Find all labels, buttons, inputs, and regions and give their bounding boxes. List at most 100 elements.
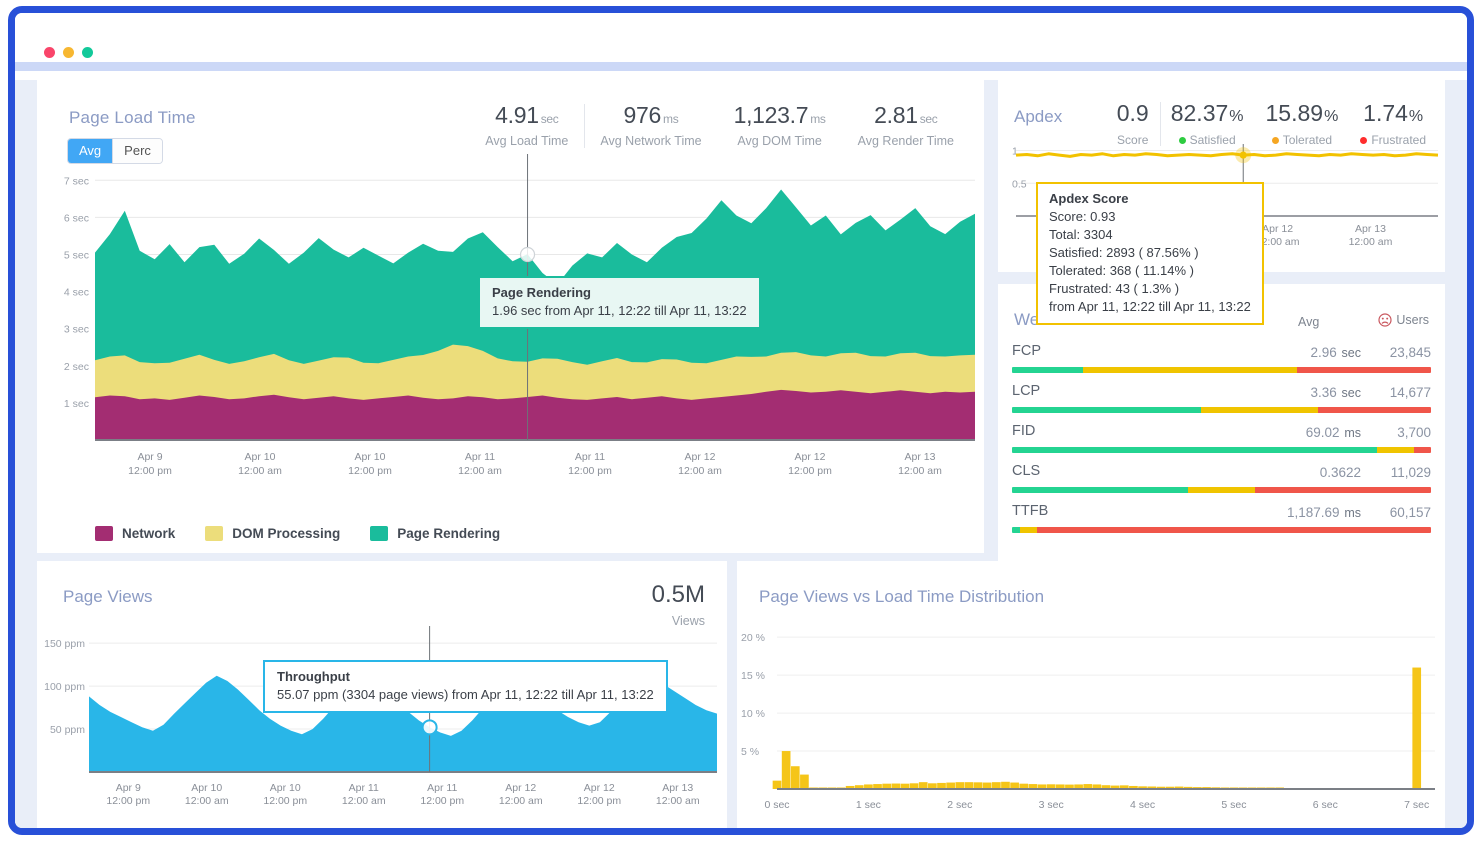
distribution-bar[interactable]	[773, 781, 782, 789]
distribution-bar[interactable]	[965, 782, 974, 789]
metric-value: 976	[624, 102, 661, 128]
y-axis-tick-label: 0.5	[1012, 178, 1027, 190]
metric-unit: %	[1324, 108, 1338, 125]
metric-unit: ms	[663, 112, 678, 126]
x-axis-tick-time: 12:00 pm	[106, 795, 150, 807]
x-axis-tick-time: 12:00 am	[185, 795, 229, 807]
apdex-hover-marker[interactable]	[1240, 152, 1247, 159]
tooltip-line-2: Satisfied: 2893 ( 87.56% )	[1049, 245, 1251, 260]
column-header-users-label: Users	[1396, 313, 1429, 327]
dashboard-bottom-row: Page Views 0.5M Views 50 ppm100 ppm150 p…	[15, 561, 1467, 835]
distribution-title: Page Views vs Load Time Distribution	[759, 587, 1044, 607]
y-axis-tick-label: 7 sec	[64, 175, 89, 187]
x-axis-tick-label: 2 sec	[947, 799, 972, 811]
apdex-panel: Apdex 0.9 Score 82.37% Satisfied 15.89%	[998, 80, 1445, 272]
chart-hover-marker[interactable]	[423, 720, 437, 734]
tooltip-body: 55.07 ppm (3304 page views) from Apr 11,…	[277, 687, 654, 702]
x-axis-tick-label: 6 sec	[1313, 799, 1338, 811]
x-axis-tick-time: 12:00 am	[458, 465, 502, 477]
x-axis-tick-label: Apr 11	[465, 451, 495, 463]
metric-value: 4.91	[495, 102, 539, 128]
tooltip-line-0: Score: 0.93	[1049, 209, 1251, 224]
vital-bar-segment-good	[1012, 367, 1083, 373]
distribution-bar[interactable]	[919, 782, 928, 789]
x-axis-tick-label: Apr 13	[662, 782, 693, 794]
x-axis-tick-time: 12:00 am	[898, 465, 942, 477]
x-axis-tick-label: Apr 10	[191, 782, 222, 794]
y-axis-tick-label: 2 sec	[64, 361, 89, 373]
y-axis-tick-label: 15 %	[741, 670, 765, 682]
web-vitals-row[interactable]: TTFB1,187.69 ms60,157	[1010, 499, 1433, 539]
close-window-button[interactable]	[44, 47, 55, 58]
tooltip-title: Throughput	[277, 669, 654, 684]
distribution-bar[interactable]	[992, 782, 1001, 789]
distribution-bar[interactable]	[800, 775, 809, 789]
tooltip-line-4: Frustrated: 43 ( 1.3% )	[1049, 281, 1251, 296]
dashboard-canvas: Page Load Time Avg Perc 4.91sec Avg Load…	[15, 80, 1467, 835]
vital-avg-value: 1,187.69 ms	[1287, 505, 1361, 520]
distribution-bar[interactable]	[1412, 668, 1421, 789]
distribution-bar[interactable]	[1001, 782, 1010, 789]
apdex-tooltip: Apdex Score Score: 0.93 Total: 3304 Sati…	[1036, 182, 1264, 325]
legend-label: Network	[122, 526, 175, 541]
x-axis-tick-label: Apr 9	[137, 451, 162, 463]
distribution-bar[interactable]	[955, 782, 964, 789]
metric-value: 82.37	[1171, 100, 1229, 126]
vital-name: FID	[1012, 423, 1035, 439]
vital-bar-segment-poor	[1255, 487, 1431, 493]
legend-item-dom-processing[interactable]: DOM Processing	[205, 526, 340, 541]
x-axis-tick-label: Apr 9	[116, 782, 141, 794]
x-axis-tick-time: 12:00 pm	[420, 795, 464, 807]
distribution-bar[interactable]	[791, 766, 800, 789]
tooltip-title: Apdex Score	[1049, 191, 1251, 206]
web-vitals-row[interactable]: FID 69.02 ms 3,700	[1010, 419, 1433, 459]
web-vitals-row[interactable]: CLS0.362211,029	[1010, 459, 1433, 499]
stacked-area-chart-svg: 1 sec2 sec3 sec4 sec5 sec6 sec7 secApr 9…	[37, 150, 984, 518]
x-axis-tick-time: 12:00 am	[656, 795, 700, 807]
y-axis-tick-label: 1 sec	[64, 398, 89, 410]
page-views-area-chart-svg[interactable]: 50 ppm100 ppm150 ppmApr 912:00 pmApr 101…	[37, 620, 727, 835]
metric-value: 1.74	[1363, 100, 1408, 126]
window-controls[interactable]	[44, 47, 93, 58]
web-vitals-row[interactable]: FCP2.96 sec23,845	[1010, 339, 1433, 379]
web-vitals-row[interactable]: LCP3.36 sec14,677	[1010, 379, 1433, 419]
page-load-time-chart[interactable]: 1 sec2 sec3 sec4 sec5 sec6 sec7 secApr 9…	[37, 150, 984, 553]
metric-value: 15.89	[1266, 100, 1324, 126]
vital-avg-value: 69.02 ms	[1306, 425, 1361, 440]
distribution-bar[interactable]	[782, 751, 791, 789]
x-axis-tick-label: 7 sec	[1404, 799, 1429, 811]
vital-bar-segment-needs	[1083, 367, 1297, 373]
x-axis-tick-time: 12:00 pm	[128, 465, 172, 477]
frowning-face-icon	[1378, 313, 1392, 327]
chart-hover-marker[interactable]	[521, 247, 535, 261]
apdex-score-line	[1016, 154, 1438, 157]
x-axis-tick-label: Apr 11	[427, 782, 457, 794]
tooltip-line-5: from Apr 11, 12:22 till Apr 11, 13:22	[1049, 299, 1251, 314]
legend-item-page-rendering[interactable]: Page Rendering	[370, 526, 500, 541]
metric-label: Avg Render Time	[858, 134, 954, 148]
vital-score-bar	[1012, 527, 1431, 533]
legend-item-network[interactable]: Network	[95, 526, 175, 541]
metric-unit: sec	[541, 112, 559, 126]
window-titlebar	[15, 13, 1467, 71]
vital-bar-segment-poor	[1037, 527, 1431, 533]
y-axis-tick-label: 3 sec	[64, 324, 89, 336]
distribution-bar-chart-svg[interactable]: 5 %10 %15 %20 %0 sec1 sec2 sec3 sec4 sec…	[737, 614, 1445, 829]
vital-users-count: 3,700	[1397, 425, 1431, 440]
maximize-window-button[interactable]	[82, 47, 93, 58]
minimize-window-button[interactable]	[63, 47, 74, 58]
distribution-bar[interactable]	[974, 782, 983, 789]
column-header-users: Users	[1378, 313, 1429, 327]
x-axis-tick-label: Apr 13	[1355, 223, 1386, 235]
metric-value: 0.9	[1117, 100, 1149, 126]
x-axis-tick-time: 12:00 pm	[577, 795, 621, 807]
page-load-time-header: Page Load Time Avg Perc 4.91sec Avg Load…	[37, 80, 984, 150]
vital-bar-segment-good	[1012, 447, 1377, 453]
x-axis-tick-label: 4 sec	[1130, 799, 1155, 811]
x-axis-tick-label: Apr 12	[795, 451, 826, 463]
metric-label: Avg DOM Time	[734, 134, 826, 148]
metric-unit: %	[1409, 108, 1423, 125]
web-vitals-rows: FCP2.96 sec23,845LCP3.36 sec14,677 FID 69.…	[1010, 339, 1433, 539]
x-axis-tick-label: 3 sec	[1039, 799, 1064, 811]
x-axis-tick-label: 1 sec	[856, 799, 881, 811]
